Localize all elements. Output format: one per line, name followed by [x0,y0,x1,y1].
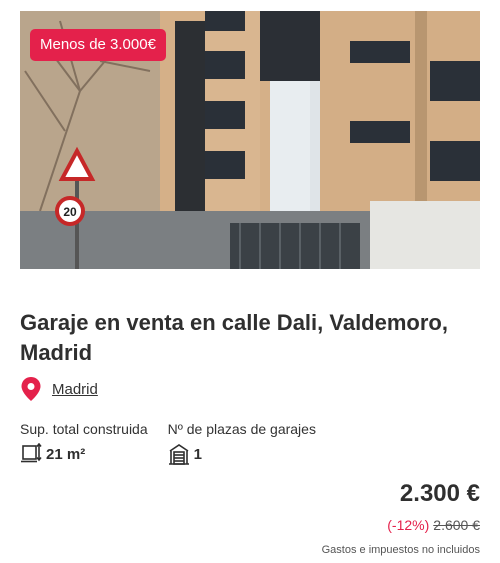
map-pin-icon [21,377,41,401]
feature-area: Sup. total construida 21 m² [20,420,148,465]
discount-percentage: (-12%) [387,517,430,533]
garage-icon [168,444,189,465]
location: Madrid [20,376,98,402]
speed-sign-text: 20 [63,205,77,219]
listing-title[interactable]: Garaje en venta en calle Dali, Valdemoro… [20,308,480,368]
price-range-badge: Menos de 3.000€ [30,29,166,61]
feature-label: Nº de plazas de garajes [167,421,316,437]
area-icon [21,443,42,463]
feature-value-text: 1 [193,445,202,463]
price: 2.300 € [399,480,480,507]
feature-label: Sup. total construida [20,421,148,437]
feature-value-text: 21 m² [46,445,86,463]
taxes-note: Gastos e impuestos no incluidos [321,544,480,556]
old-price: 2.600 € [433,517,480,533]
location-link[interactable]: Madrid [52,381,98,398]
listing-card[interactable]: 20 Menos de 3.000€ Garaje en venta en ca… [0,0,500,563]
discount-row: (-12%) 2.600 € [387,517,480,533]
features: Sup. total construida 21 m² Nº de plazas… [20,420,336,465]
feature-parking: Nº de plazas de garajes 1 [168,420,316,465]
